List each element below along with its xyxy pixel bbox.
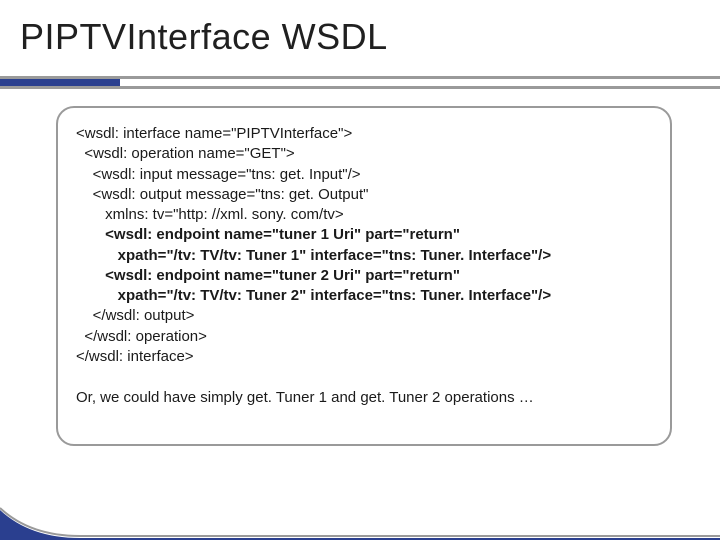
code-line: <wsdl: operation name="GET">: [76, 145, 295, 162]
code-line: <wsdl: input message="tns: get. Input"/>: [76, 166, 361, 183]
slide: PIPTVInterface WSDL <wsdl: interface nam…: [0, 0, 720, 540]
bottom-accent-curve: [0, 500, 720, 540]
code-line: </wsdl: output>: [76, 307, 194, 324]
code-line: </wsdl: operation>: [76, 328, 207, 345]
code-line: <wsdl: output message="tns: get. Output": [76, 186, 368, 203]
slide-title: PIPTVInterface WSDL: [20, 16, 388, 58]
code-line-bold: <wsdl: endpoint name="tuner 2 Uri" part=…: [76, 267, 460, 284]
wsdl-code-block: <wsdl: interface name="PIPTVInterface"> …: [76, 124, 652, 367]
footer-note: Or, we could have simply get. Tuner 1 an…: [76, 389, 652, 406]
code-line: </wsdl: interface>: [76, 348, 194, 365]
code-line: <wsdl: interface name="PIPTVInterface">: [76, 125, 352, 142]
content-box: <wsdl: interface name="PIPTVInterface"> …: [56, 106, 672, 446]
code-line-bold: xpath="/tv: TV/tv: Tuner 1" interface="t…: [76, 247, 551, 264]
code-line-bold: xpath="/tv: TV/tv: Tuner 2" interface="t…: [76, 287, 551, 304]
title-rule: [0, 76, 720, 90]
code-line-bold: <wsdl: endpoint name="tuner 1 Uri" part=…: [76, 226, 460, 243]
code-line: xmlns: tv="http: //xml. sony. com/tv>: [76, 206, 344, 223]
rule-line-bottom: [0, 86, 720, 89]
